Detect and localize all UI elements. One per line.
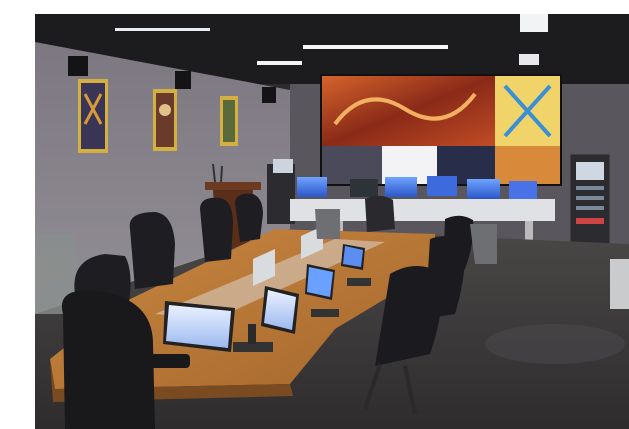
tablet [261, 286, 299, 334]
floor-reflection [485, 324, 625, 364]
conference-room-photo [35, 14, 629, 429]
video-wall-panel [322, 146, 382, 184]
ceiling-light [519, 54, 539, 65]
rack-unit [576, 218, 604, 224]
desk-monitor [427, 176, 457, 196]
page-margin-left [0, 0, 35, 429]
photo-illustration [35, 14, 629, 429]
office-chair [365, 195, 395, 232]
rack-unit [576, 206, 604, 210]
desk-monitor [467, 179, 500, 199]
operator-chair [315, 209, 340, 239]
tablet [305, 264, 335, 300]
ceiling-light [520, 14, 548, 32]
ceiling-light [115, 28, 210, 31]
rack-unit [576, 186, 604, 190]
office-chair [129, 212, 175, 289]
page-margin-top [0, 0, 629, 14]
ceiling-light [257, 61, 302, 65]
desk-monitor [509, 181, 537, 199]
office-chair [235, 193, 263, 242]
rack-monitor [576, 162, 604, 180]
video-wall-panel [495, 146, 560, 184]
speaker [68, 56, 88, 76]
microphone-base [311, 309, 339, 317]
microphone [248, 324, 256, 344]
rack-monitor [273, 159, 293, 173]
office-chair [200, 197, 233, 262]
tablet [341, 244, 365, 270]
side-chair [610, 259, 629, 309]
tablet [163, 301, 235, 352]
speaker [175, 71, 191, 89]
poster [81, 83, 105, 149]
speaker [262, 87, 276, 103]
desk-monitor [297, 177, 327, 197]
podium-top [205, 182, 261, 190]
poster-art [159, 104, 171, 116]
poster [223, 100, 235, 142]
ceiling-light [303, 45, 448, 49]
rack-unit [576, 196, 604, 200]
microphone-base [347, 278, 371, 286]
poster [156, 93, 174, 147]
desk-monitor [350, 179, 378, 197]
desk-monitor [385, 177, 417, 197]
